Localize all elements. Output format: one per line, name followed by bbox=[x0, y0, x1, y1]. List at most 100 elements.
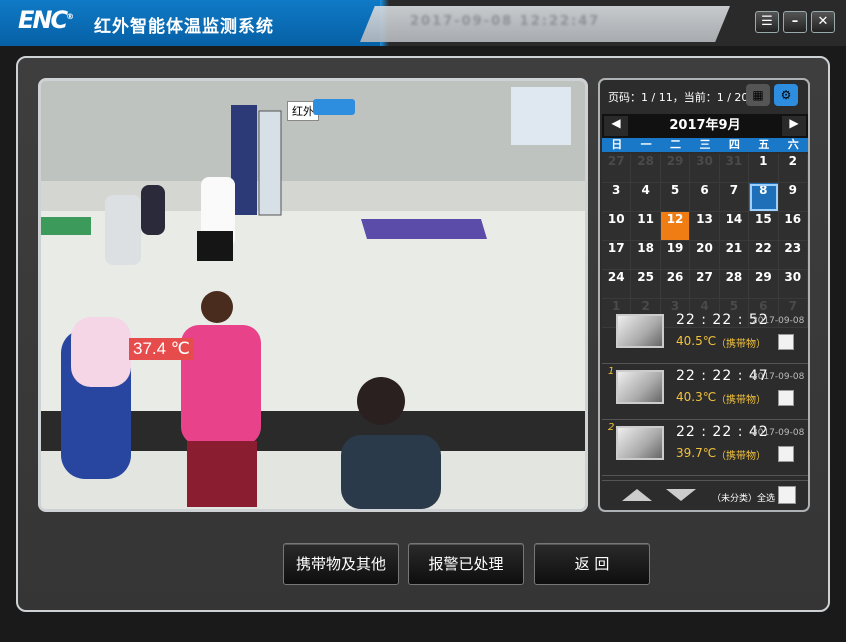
calendar-day[interactable]: 17 bbox=[602, 241, 632, 270]
temperature-reading: 37.4 ℃ bbox=[129, 338, 194, 360]
record-checkbox[interactable] bbox=[778, 446, 794, 462]
brand-logo-text: ENC bbox=[18, 6, 68, 34]
calendar-day[interactable]: 29 bbox=[660, 154, 691, 183]
record-tag: （携带物） bbox=[716, 339, 766, 350]
calendar-grid: 27 28 29 30 31 1 2 3 4 5 6 7 8 9 10 11 12 13 14 15 16 17 18 19 2… bbox=[602, 154, 808, 328]
settings-button[interactable]: ⚙ bbox=[774, 84, 798, 106]
overlay-blue-button[interactable] bbox=[313, 99, 355, 115]
calendar-day[interactable]: 21 bbox=[719, 241, 750, 270]
calendar-day[interactable]: 27 bbox=[602, 154, 632, 183]
menu-button[interactable]: ☰ bbox=[755, 11, 779, 33]
menu-icon: ☰ bbox=[761, 14, 773, 29]
calendar-day[interactable]: 2 bbox=[778, 154, 808, 183]
gear-icon: ⚙ bbox=[780, 88, 792, 102]
brand-logo: ENC® bbox=[18, 6, 74, 34]
back-button[interactable]: 返 回 bbox=[534, 543, 650, 585]
record-thumbnail[interactable] bbox=[616, 370, 664, 404]
record-thumbnail[interactable] bbox=[616, 426, 664, 460]
select-all-checkbox[interactable] bbox=[778, 486, 796, 504]
minimize-icon: – bbox=[791, 14, 799, 29]
calendar-header: ◀ 2017年9月 ▶ bbox=[602, 114, 808, 138]
list-item[interactable]: 2 22 : 22 : 42 2017-09-08 39.7℃ （携带物） bbox=[602, 420, 808, 476]
calendar-day[interactable]: 14 bbox=[719, 212, 750, 241]
calendar-day[interactable]: 31 bbox=[719, 154, 750, 183]
weekday: 五 bbox=[758, 138, 770, 151]
list-item[interactable]: 22 : 22 : 52 2017-09-08 40.5℃ （携带物） bbox=[602, 308, 808, 364]
record-panel: 页码：1 / 11，当前：1 / 20 ▦ ⚙ ◀ 2017年9月 ▶ 日 一 … bbox=[598, 78, 810, 512]
calendar-day[interactable]: 16 bbox=[778, 212, 808, 241]
record-index: 1 bbox=[608, 366, 615, 377]
camera-scene bbox=[41, 81, 585, 509]
alarm-handled-button[interactable]: 报警已处理 bbox=[408, 543, 524, 585]
weekday: 二 bbox=[670, 138, 682, 151]
calendar-day[interactable]: 28 bbox=[631, 154, 661, 183]
calendar-day[interactable]: 26 bbox=[660, 270, 691, 299]
page-up-button[interactable] bbox=[622, 489, 652, 501]
chevron-left-icon: ◀ bbox=[611, 116, 621, 130]
record-date: 2017-09-08 bbox=[752, 316, 805, 326]
weekday: 三 bbox=[699, 138, 711, 151]
calendar-day[interactable]: 19 bbox=[660, 241, 691, 270]
calendar-day[interactable]: 30 bbox=[778, 270, 808, 299]
calendar-day[interactable]: 18 bbox=[631, 241, 661, 270]
weekday: 四 bbox=[728, 138, 740, 151]
record-index: 2 bbox=[608, 422, 615, 433]
list-footer: （未分类）全选 bbox=[602, 480, 808, 510]
calendar-day[interactable]: 13 bbox=[690, 212, 720, 241]
calendar-day[interactable]: 23 bbox=[778, 241, 808, 270]
select-all-label: （未分类）全选 bbox=[712, 494, 776, 504]
app-title: 红外智能体温监测系统 bbox=[94, 17, 274, 37]
record-date: 2017-09-08 bbox=[752, 428, 805, 438]
alarm-record-list: 22 : 22 : 52 2017-09-08 40.5℃ （携带物） 1 22… bbox=[602, 312, 808, 480]
weekday: 一 bbox=[640, 138, 652, 151]
carried-items-button[interactable]: 携带物及其他 bbox=[283, 543, 399, 585]
calendar-day[interactable]: 8 bbox=[749, 183, 779, 212]
weekday-header: 日 一 二 三 四 五 六 bbox=[602, 138, 808, 152]
record-checkbox[interactable] bbox=[778, 334, 794, 350]
close-icon: ✕ bbox=[817, 14, 829, 29]
chevron-right-icon: ▶ bbox=[789, 116, 799, 130]
calendar-day[interactable]: 3 bbox=[602, 183, 632, 212]
prev-month-button[interactable]: ◀ bbox=[604, 116, 628, 136]
minimize-button[interactable]: – bbox=[783, 11, 807, 33]
record-temperature: 40.5℃ bbox=[676, 334, 717, 348]
close-button[interactable]: ✕ bbox=[811, 11, 835, 33]
calendar-day[interactable]: 5 bbox=[660, 183, 691, 212]
page-info: 页码：1 / 11，当前：1 / 20 bbox=[608, 91, 749, 104]
record-date: 2017-09-08 bbox=[752, 372, 805, 382]
calendar-day[interactable]: 6 bbox=[690, 183, 720, 212]
next-month-button[interactable]: ▶ bbox=[782, 116, 806, 136]
calendar-day[interactable]: 24 bbox=[602, 270, 632, 299]
calendar-toggle-button[interactable]: ▦ bbox=[746, 84, 770, 106]
calendar-day[interactable]: 22 bbox=[749, 241, 779, 270]
calendar-day[interactable]: 30 bbox=[690, 154, 720, 183]
record-temperature: 40.3℃ bbox=[676, 390, 717, 404]
page-down-button[interactable] bbox=[666, 489, 696, 501]
record-thumbnail[interactable] bbox=[616, 314, 664, 348]
calendar-day[interactable]: 1 bbox=[749, 154, 779, 183]
weekday: 六 bbox=[787, 138, 799, 151]
calendar-day[interactable]: 12 bbox=[660, 212, 691, 241]
record-tag: （携带物） bbox=[716, 395, 766, 406]
weekday: 日 bbox=[611, 138, 623, 151]
record-temperature: 39.7℃ bbox=[676, 446, 717, 460]
title-bar: ENC® 红外智能体温监测系统 2017-09-08 12:22:47 ☰ – … bbox=[0, 0, 846, 46]
list-item[interactable]: 1 22 : 22 : 47 2017-09-08 40.3℃ （携带物） bbox=[602, 364, 808, 420]
calendar-month: 2017年9月 bbox=[669, 118, 741, 133]
calendar-day[interactable]: 28 bbox=[719, 270, 750, 299]
calendar-day[interactable]: 20 bbox=[690, 241, 720, 270]
calendar-icon: ▦ bbox=[752, 88, 764, 102]
calendar-day[interactable]: 11 bbox=[631, 212, 661, 241]
calendar-day[interactable]: 15 bbox=[749, 212, 779, 241]
calendar-day[interactable]: 25 bbox=[631, 270, 661, 299]
record-checkbox[interactable] bbox=[778, 390, 794, 406]
blurred-info-text: 2017-09-08 12:22:47 bbox=[410, 14, 601, 29]
calendar-day[interactable]: 9 bbox=[778, 183, 808, 212]
record-tag: （携带物） bbox=[716, 451, 766, 462]
calendar-day[interactable]: 7 bbox=[719, 183, 750, 212]
calendar-day[interactable]: 29 bbox=[749, 270, 779, 299]
calendar-day[interactable]: 27 bbox=[690, 270, 720, 299]
calendar-day[interactable]: 10 bbox=[602, 212, 632, 241]
calendar-day[interactable]: 4 bbox=[631, 183, 661, 212]
camera-view: 红外 37.4 ℃ bbox=[38, 78, 588, 512]
